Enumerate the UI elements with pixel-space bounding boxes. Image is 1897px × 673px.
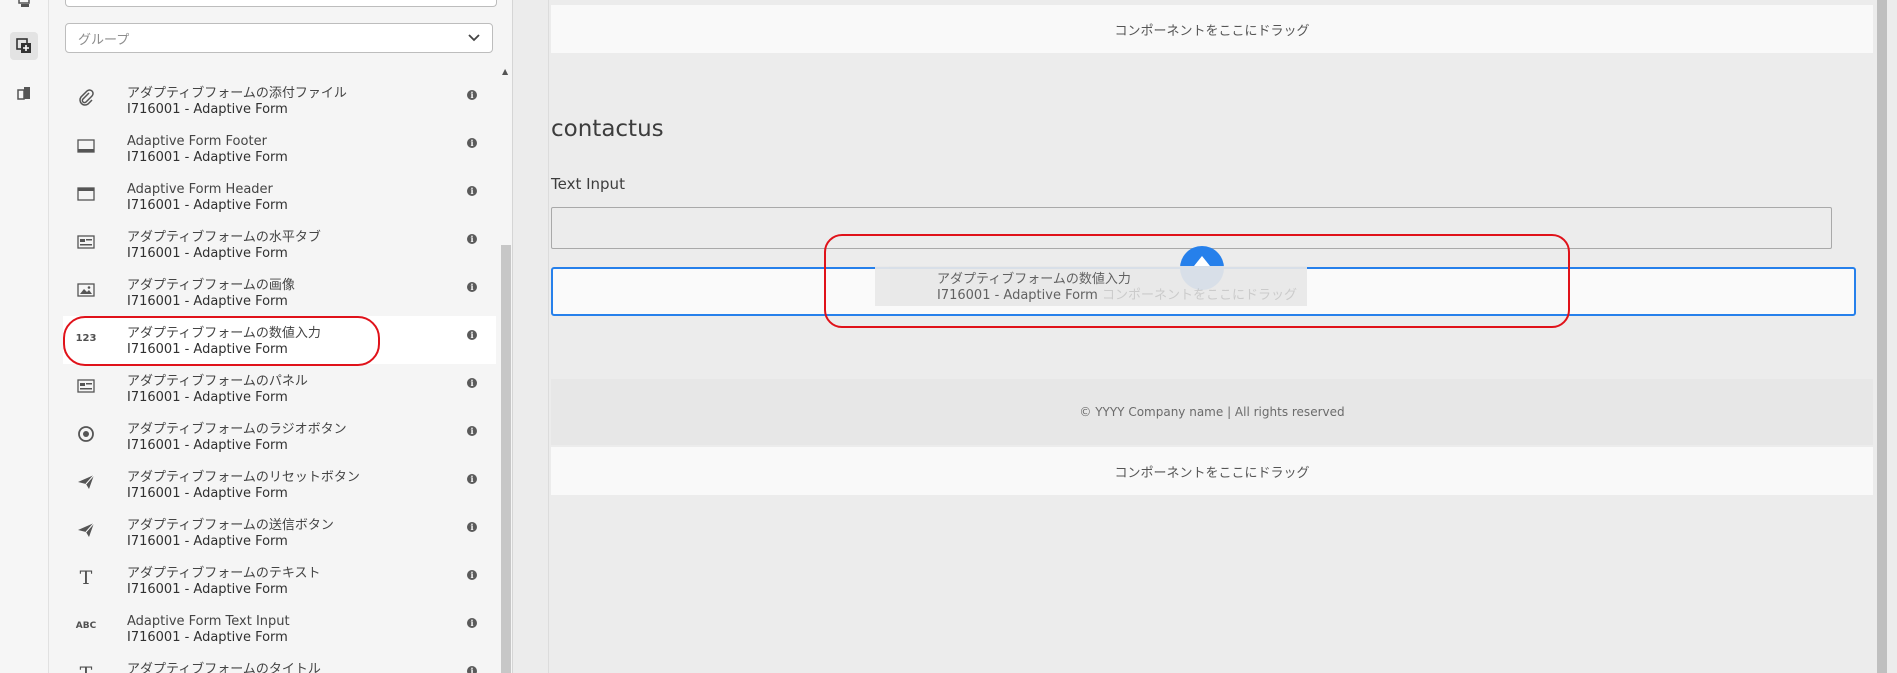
horizontal-tabs-icon [75, 232, 97, 252]
layers-icon[interactable] [10, 0, 38, 16]
list-item-subtitle: I716001 - Adaptive Form [127, 102, 288, 117]
assets-icon[interactable] [10, 79, 38, 107]
list-item-subtitle: I716001 - Adaptive Form [127, 486, 288, 501]
list-item-title: アダプティブフォームの画像 [127, 278, 295, 293]
info-icon[interactable]: i [467, 426, 477, 436]
list-item-subtitle: I716001 - Adaptive Form [127, 390, 288, 405]
list-item[interactable]: アダプティブフォームの添付ファイル I716001 - Adaptive For… [63, 76, 496, 124]
info-icon[interactable]: i [467, 618, 477, 628]
info-icon[interactable]: i [467, 186, 477, 196]
list-item-subtitle: I716001 - Adaptive Form [127, 198, 288, 213]
info-icon[interactable]: i [467, 282, 477, 292]
canvas-scrollbar-thumb[interactable] [1877, 0, 1887, 673]
list-item-title: アダプティブフォームの添付ファイル [127, 86, 347, 101]
highlight-circle-annotation [63, 316, 380, 366]
list-item-title: アダプティブフォームのリセットボタン [127, 470, 360, 485]
scroll-up-arrow-icon[interactable]: ▲ [502, 67, 508, 76]
text-icon: T [79, 567, 93, 589]
list-item[interactable]: T アダプティブフォームのテキスト I716001 - Adaptive For… [63, 556, 496, 604]
list-item[interactable]: ABC Adaptive Form Text Input I716001 - A… [63, 604, 496, 652]
radio-button-icon [75, 424, 97, 444]
group-select-placeholder: グループ [78, 32, 130, 48]
list-item[interactable]: アダプティブフォームの画像 I716001 - Adaptive Form i [63, 268, 496, 316]
editor-canvas: コンポーネントをここにドラッグ contactus Text Input © Y… [548, 0, 1875, 673]
search-input[interactable] [65, 0, 497, 7]
drop-zone-top[interactable]: コンポーネントをここにドラッグ [551, 5, 1873, 53]
panel-scrollbar-thumb[interactable] [501, 245, 511, 673]
highlight-rect-annotation [824, 234, 1570, 328]
info-icon[interactable]: i [467, 330, 477, 340]
list-item-title: アダプティブフォームの水平タブ [127, 230, 321, 245]
list-item[interactable]: T アダプティブフォームのタイトル i [63, 652, 496, 673]
info-icon[interactable]: i [467, 522, 477, 532]
header-icon [75, 184, 97, 204]
add-component-icon[interactable] [10, 32, 38, 60]
info-icon[interactable]: i [467, 666, 477, 673]
list-item-subtitle: I716001 - Adaptive Form [127, 246, 288, 261]
list-item-title: アダプティブフォームの送信ボタン [127, 518, 334, 533]
send-icon [75, 520, 97, 540]
form-title: contactus [551, 116, 664, 142]
list-item-title: アダプティブフォームのタイトル [127, 662, 321, 673]
info-icon[interactable]: i [467, 90, 477, 100]
side-rail [0, 0, 49, 673]
group-select[interactable]: グループ [65, 23, 493, 53]
list-item-title: アダプティブフォームのパネル [127, 374, 308, 389]
list-item[interactable]: アダプティブフォームの水平タブ I716001 - Adaptive Form … [63, 220, 496, 268]
list-item[interactable]: Adaptive Form Footer I716001 - Adaptive … [63, 124, 496, 172]
chevron-down-icon [468, 34, 480, 42]
info-icon[interactable]: i [467, 378, 477, 388]
list-item[interactable]: Adaptive Form Header I716001 - Adaptive … [63, 172, 496, 220]
list-item-title: Adaptive Form Text Input [127, 614, 290, 629]
text-input-label: Text Input [551, 175, 625, 193]
info-icon[interactable]: i [467, 234, 477, 244]
form-footer: © YYYY Company name | All rights reserve… [551, 379, 1873, 445]
list-item-title: アダプティブフォームのラジオボタン [127, 422, 347, 437]
footer-icon [75, 136, 97, 156]
list-item-subtitle: I716001 - Adaptive Form [127, 630, 288, 645]
canvas-scrollbar[interactable] [1874, 0, 1897, 673]
list-item-subtitle: I716001 - Adaptive Form [127, 534, 288, 549]
list-item[interactable]: アダプティブフォームのパネル I716001 - Adaptive Form i [63, 364, 496, 412]
drop-zone-bottom[interactable]: コンポーネントをここにドラッグ [551, 447, 1873, 495]
panel-icon [75, 376, 97, 396]
info-icon[interactable]: i [467, 570, 477, 580]
list-item-subtitle: I716001 - Adaptive Form [127, 582, 288, 597]
list-item[interactable]: アダプティブフォームのラジオボタン I716001 - Adaptive For… [63, 412, 496, 460]
list-item[interactable]: アダプティブフォームの送信ボタン I716001 - Adaptive Form… [63, 508, 496, 556]
list-item-title: Adaptive Form Footer [127, 134, 267, 149]
info-icon[interactable]: i [467, 138, 477, 148]
text-input-icon: ABC [75, 621, 97, 631]
info-icon[interactable]: i [467, 474, 477, 484]
title-icon: T [75, 663, 97, 673]
list-item[interactable]: アダプティブフォームのリセットボタン I716001 - Adaptive Fo… [63, 460, 496, 508]
send-icon [75, 472, 97, 492]
list-item-subtitle: I716001 - Adaptive Form [127, 294, 288, 309]
list-item-subtitle: I716001 - Adaptive Form [127, 150, 288, 165]
list-item-title: Adaptive Form Header [127, 182, 273, 197]
component-list: アダプティブフォームの添付ファイル I716001 - Adaptive For… [63, 62, 496, 673]
list-item-title: アダプティブフォームのテキスト [127, 566, 321, 581]
image-icon [75, 280, 97, 300]
list-item-subtitle: I716001 - Adaptive Form [127, 438, 288, 453]
paperclip-icon [75, 88, 97, 108]
